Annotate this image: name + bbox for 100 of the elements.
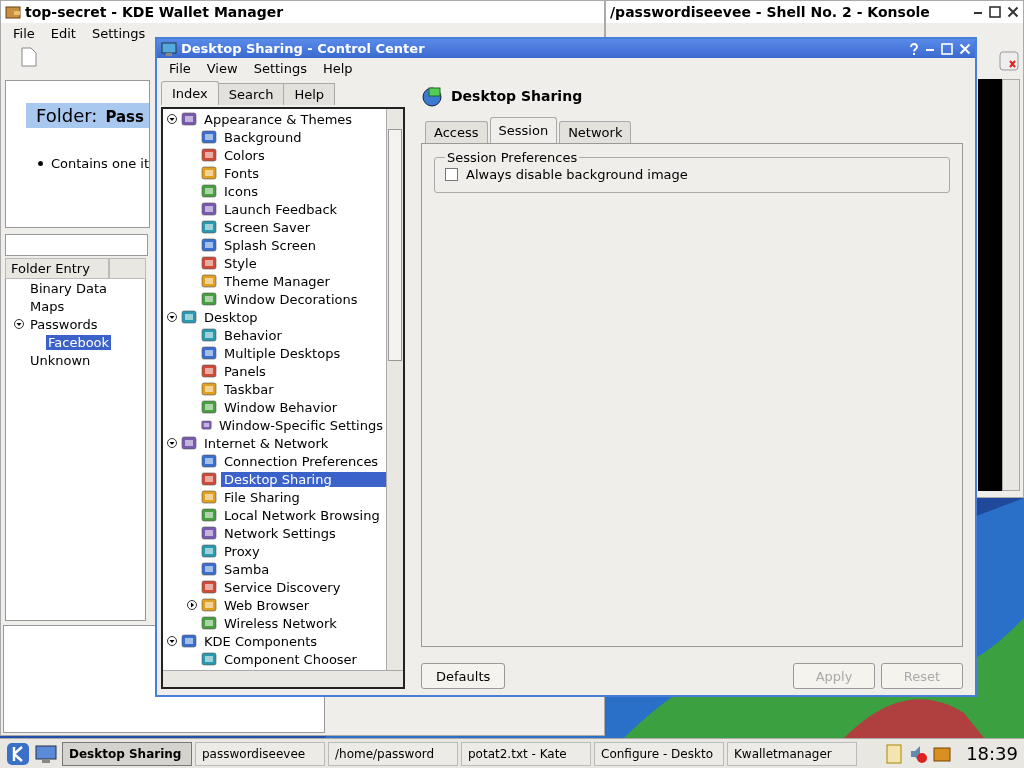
menu-item[interactable]: View — [198, 60, 246, 77]
group-title: Session Preferences — [446, 150, 579, 165]
tree-item[interactable]: Unknown — [28, 352, 93, 368]
tree-item[interactable]: Network Settings — [221, 525, 386, 541]
tree-item[interactable]: Local Network Browsing — [221, 507, 386, 523]
search-field[interactable] — [5, 234, 148, 256]
tile-icon — [201, 597, 217, 613]
tree-item[interactable]: Fonts — [221, 165, 386, 181]
tree-item[interactable]: Samba — [221, 561, 386, 577]
tree-item[interactable]: Window Decorations — [221, 291, 386, 307]
tree-item[interactable]: Passwords — [28, 316, 100, 332]
tree-item[interactable]: Desktop — [201, 309, 386, 325]
tree-item[interactable]: Screen Saver — [221, 219, 386, 235]
tree-item[interactable]: Multiple Desktops — [221, 345, 386, 361]
tab[interactable]: Help — [283, 83, 336, 105]
taskbar-button[interactable]: Kwalletmanager — [727, 741, 857, 766]
tree-item[interactable]: Panels — [221, 363, 386, 379]
checkbox-label[interactable]: Always disable background image — [466, 167, 688, 182]
tile-icon — [201, 165, 217, 181]
menu-item[interactable]: File — [161, 60, 199, 77]
tile-icon — [201, 129, 217, 145]
tab[interactable]: Search — [217, 83, 285, 105]
column-header[interactable]: Folder Entry — [5, 258, 109, 279]
summary-text: Contains one it — [50, 156, 149, 171]
scrollbar[interactable] — [1002, 79, 1020, 491]
folder-label: Folder: — [36, 105, 98, 126]
tree-item[interactable]: Theme Manager — [221, 273, 386, 289]
tab[interactable]: Session — [489, 117, 558, 143]
taskbar-button[interactable]: passwordiseevee — [195, 741, 325, 766]
tab[interactable]: Index — [161, 81, 219, 105]
tree-item[interactable]: Icons — [221, 183, 386, 199]
tile-icon — [181, 435, 197, 451]
tree-item[interactable]: Behavior — [221, 327, 386, 343]
tree-item[interactable]: Internet & Network — [201, 435, 386, 451]
menu-item[interactable]: Help — [314, 60, 361, 77]
collapse-icon[interactable] — [167, 114, 177, 124]
tree-item[interactable]: File Sharing — [221, 489, 386, 505]
collapse-icon[interactable] — [167, 636, 177, 646]
tile-icon — [201, 363, 217, 379]
tile-icon — [201, 327, 217, 343]
tree-item[interactable]: Window Behavior — [221, 399, 386, 415]
taskbar-button[interactable]: potat2.txt - Kate — [461, 741, 591, 766]
globe-icon — [421, 85, 443, 107]
tree-item[interactable]: Launch Feedback — [221, 201, 386, 217]
taskbar-button[interactable]: /home/password — [328, 741, 458, 766]
scrollbar[interactable] — [163, 670, 403, 687]
tree-item[interactable]: Service Discovery — [221, 579, 386, 595]
tree-item[interactable]: Maps — [28, 298, 67, 314]
module-title: Desktop Sharing — [451, 88, 583, 104]
tile-icon — [201, 561, 217, 577]
scrollbar[interactable] — [386, 109, 403, 670]
menu-item[interactable]: Edit — [42, 25, 84, 42]
tile-icon — [201, 453, 217, 469]
tree-item[interactable]: Component Chooser — [221, 651, 386, 667]
tab[interactable]: Access — [425, 121, 488, 143]
menu-item[interactable]: File — [5, 25, 43, 42]
tile-icon — [181, 309, 197, 325]
tile-icon — [201, 345, 217, 361]
tile-icon — [201, 615, 217, 631]
button[interactable]: Defaults — [421, 663, 506, 689]
tile-icon — [201, 291, 217, 307]
tree-item[interactable]: Proxy — [221, 543, 386, 559]
tile-icon — [201, 399, 217, 415]
tree-item[interactable]: Background — [221, 129, 386, 145]
tree-item[interactable]: Wireless Network — [221, 615, 386, 631]
tree-item[interactable]: Desktop Sharing — [221, 471, 386, 487]
tree-item[interactable]: Binary Data — [28, 280, 109, 296]
tree-item[interactable]: Facebook — [46, 334, 112, 350]
collapse-icon[interactable] — [167, 312, 177, 322]
taskbar-button[interactable]: Desktop Sharing — [62, 741, 192, 766]
tile-icon — [201, 543, 217, 559]
tile-icon — [201, 201, 217, 217]
tile-icon — [201, 507, 217, 523]
help-icon[interactable] — [909, 42, 919, 55]
window-title: /passwordiseevee - Shell No. 2 - Konsole — [610, 4, 930, 20]
tree-item[interactable]: Appearance & Themes — [201, 111, 386, 127]
menu-item[interactable]: Settings — [83, 25, 154, 42]
tree-item[interactable]: Window-Specific Settings — [216, 417, 386, 433]
checkbox[interactable] — [445, 168, 458, 181]
menu-item[interactable]: Settings — [245, 60, 315, 77]
tree-item[interactable]: Web Browser — [221, 597, 386, 613]
tree-item[interactable]: Connection Preferences — [221, 453, 386, 469]
tree-item[interactable]: KDE Components — [201, 633, 386, 649]
tree-item[interactable]: Taskbar — [221, 381, 386, 397]
tile-icon — [181, 633, 197, 649]
expand-icon[interactable] — [187, 600, 197, 610]
bullet-icon — [38, 161, 43, 166]
tree-item[interactable]: Colors — [221, 147, 386, 163]
collapse-icon[interactable] — [167, 438, 177, 448]
tile-icon — [201, 489, 217, 505]
tree-item[interactable]: Style — [221, 255, 386, 271]
taskbar-button[interactable]: Configure - Deskto — [594, 741, 724, 766]
collapse-icon[interactable] — [14, 319, 24, 329]
k-menu-icon[interactable] — [6, 741, 30, 766]
tile-icon — [201, 471, 217, 487]
window-title: Desktop Sharing - Control Center — [181, 41, 425, 56]
close-tab-icon[interactable] — [999, 51, 1019, 71]
tile-icon — [201, 183, 217, 199]
tree-item[interactable]: Splash Screen — [221, 237, 386, 253]
tab[interactable]: Network — [559, 121, 632, 143]
